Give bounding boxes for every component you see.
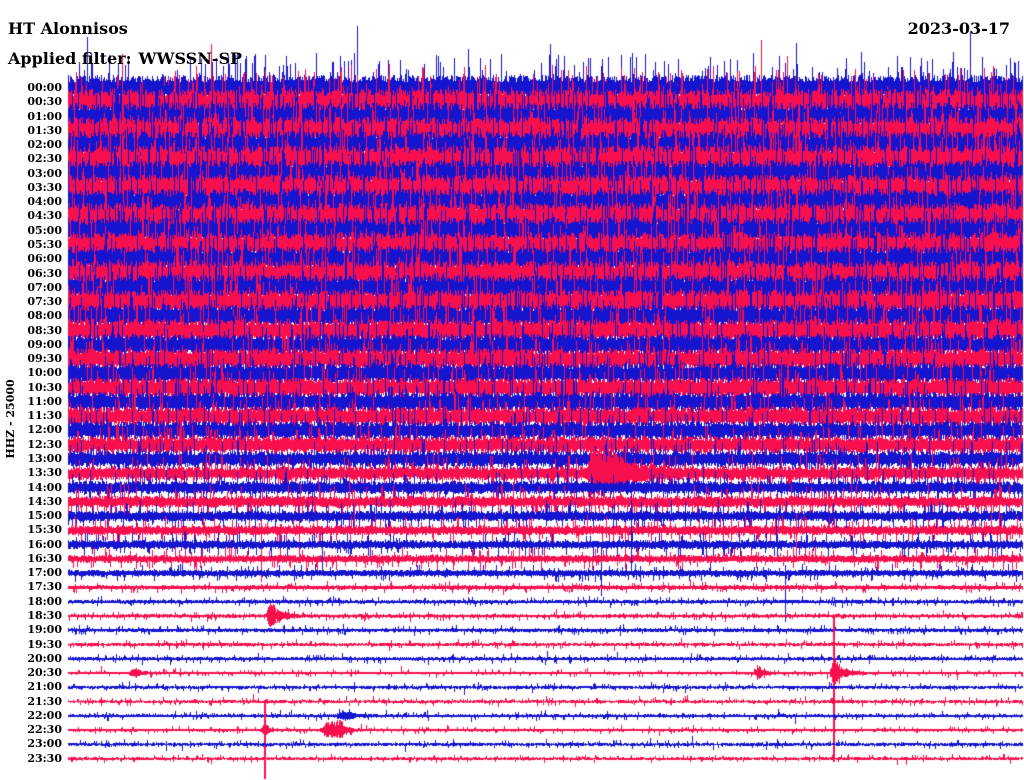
seismogram-canvas bbox=[0, 0, 1024, 780]
time-label: 11:00 bbox=[27, 394, 62, 408]
time-label: 17:00 bbox=[27, 566, 62, 580]
filter-value-label: WWSSN-SP bbox=[138, 49, 243, 68]
time-label: 08:30 bbox=[27, 323, 62, 337]
heliplot-page: { "header": { "station_title": "HT Alonn… bbox=[0, 0, 1024, 780]
time-label: 21:30 bbox=[27, 694, 62, 708]
date-label: 2023-03-17 bbox=[907, 19, 1010, 38]
time-label: 19:30 bbox=[27, 637, 62, 651]
time-label: 00:00 bbox=[27, 81, 62, 94]
time-label: 23:30 bbox=[27, 751, 62, 765]
time-label: 22:30 bbox=[27, 723, 62, 737]
time-label: 01:00 bbox=[27, 109, 62, 123]
time-label: 07:30 bbox=[27, 295, 62, 309]
time-label: 11:30 bbox=[27, 409, 62, 423]
time-label: 00:30 bbox=[27, 95, 62, 109]
time-label: 16:30 bbox=[27, 551, 62, 565]
time-label: 03:00 bbox=[27, 166, 62, 180]
time-label: 03:30 bbox=[27, 180, 62, 194]
time-label: 15:30 bbox=[27, 523, 62, 537]
time-label: 07:00 bbox=[27, 280, 62, 294]
time-label: 04:30 bbox=[27, 209, 62, 223]
time-label: 12:30 bbox=[27, 437, 62, 451]
time-label: 06:00 bbox=[27, 252, 62, 266]
time-label: 16:00 bbox=[27, 537, 62, 551]
time-label: 04:00 bbox=[27, 195, 62, 209]
time-label: 14:00 bbox=[27, 480, 62, 494]
time-label: 18:00 bbox=[27, 594, 62, 608]
time-label: 01:30 bbox=[27, 123, 62, 137]
time-label: 10:30 bbox=[27, 380, 62, 394]
time-label: 08:00 bbox=[27, 309, 62, 323]
time-label: 09:00 bbox=[27, 337, 62, 351]
time-label: 06:30 bbox=[27, 266, 62, 280]
time-label: 19:00 bbox=[27, 623, 62, 637]
time-label: 13:00 bbox=[27, 452, 62, 466]
time-label: 10:00 bbox=[27, 366, 62, 380]
time-label: 09:30 bbox=[27, 352, 62, 366]
time-label: 20:30 bbox=[27, 666, 62, 680]
filter-line: Applied filter: WWSSN-SP bbox=[8, 49, 242, 68]
time-label: 05:00 bbox=[27, 223, 62, 237]
time-label: 15:00 bbox=[27, 509, 62, 523]
time-label: 13:30 bbox=[27, 466, 62, 480]
filter-prefix-label: Applied filter: bbox=[8, 49, 132, 68]
time-label: 02:00 bbox=[27, 138, 62, 152]
time-label: 22:00 bbox=[27, 708, 62, 722]
time-label: 18:30 bbox=[27, 608, 62, 622]
time-label: 20:00 bbox=[27, 651, 62, 665]
time-label: 23:00 bbox=[27, 737, 62, 751]
time-label: 02:30 bbox=[27, 152, 62, 166]
time-label: 12:00 bbox=[27, 423, 62, 437]
time-label: 14:30 bbox=[27, 494, 62, 508]
time-label: 05:30 bbox=[27, 237, 62, 251]
station-title: HT Alonnisos bbox=[8, 19, 128, 38]
time-label: 21:00 bbox=[27, 680, 62, 694]
time-label: 17:30 bbox=[27, 580, 62, 594]
